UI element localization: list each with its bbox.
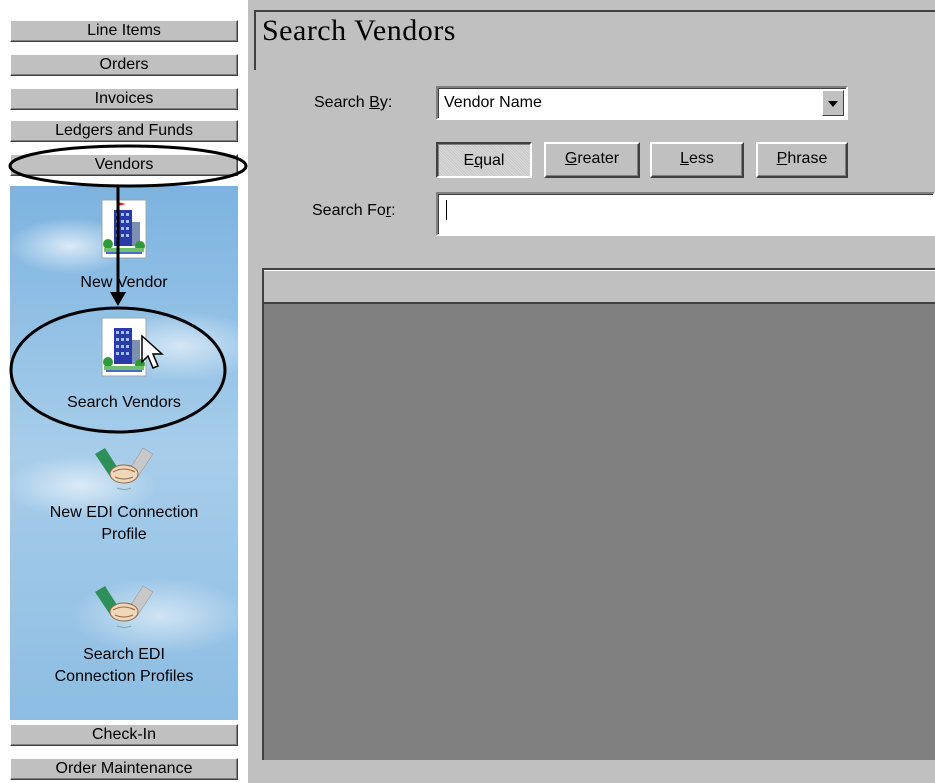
main-panel: Search Vendors Search By: Vendor Name Eq… [248, 0, 935, 783]
task-search-vendors[interactable]: Search Vendors [10, 312, 238, 414]
sidebar: Line Items Orders Invoices Ledgers and F… [0, 0, 248, 783]
page-title: Search Vendors [262, 14, 456, 47]
search-by-select[interactable]: Vendor Name [436, 86, 848, 120]
task-panel: New Vendor Search Vendors New EDI Connec… [10, 186, 238, 720]
task-new-edi-profile[interactable]: New EDI Connection Profile [10, 444, 238, 546]
phrase-button[interactable]: Phrase [756, 142, 848, 178]
task-label: New Vendor [80, 274, 168, 291]
nav-ledgers-funds-button[interactable]: Ledgers and Funds [10, 120, 238, 142]
search-for-input[interactable] [436, 192, 935, 236]
task-label: Search Vendors [67, 394, 181, 411]
nav-vendors-button[interactable]: Vendors [10, 154, 238, 176]
search-for-label: Search For: [312, 202, 396, 219]
search-vendor-building-icon [94, 312, 154, 382]
chevron-down-icon[interactable] [822, 90, 844, 116]
task-new-vendor[interactable]: New Vendor [10, 194, 238, 294]
nav-check-in-button[interactable]: Check-In [10, 724, 238, 746]
search-by-label: Search By: [314, 94, 393, 111]
vendor-building-icon [94, 194, 154, 264]
greater-button[interactable]: Greater [544, 142, 640, 178]
results-header [264, 270, 935, 304]
handshake-icon [89, 444, 159, 494]
task-search-edi-profiles[interactable]: Search EDI Connection Profiles [10, 582, 238, 688]
nav-orders-button[interactable]: Orders [10, 54, 238, 76]
nav-order-maintenance-button[interactable]: Order Maintenance [10, 758, 238, 780]
equal-button[interactable]: Equal [436, 142, 532, 178]
task-label-line1: New EDI Connection [49, 504, 199, 521]
task-label-line1: Search EDI [83, 646, 165, 663]
search-by-value: Vendor Name [444, 94, 542, 111]
less-button[interactable]: Less [650, 142, 744, 178]
handshake-icon [89, 582, 159, 632]
nav-invoices-button[interactable]: Invoices [10, 88, 238, 110]
task-label-line2: Profile [101, 526, 147, 543]
text-caret [446, 200, 447, 220]
task-label-line2: Connection Profiles [54, 668, 194, 685]
nav-line-items-button[interactable]: Line Items [10, 20, 238, 42]
results-grid[interactable] [262, 268, 935, 760]
